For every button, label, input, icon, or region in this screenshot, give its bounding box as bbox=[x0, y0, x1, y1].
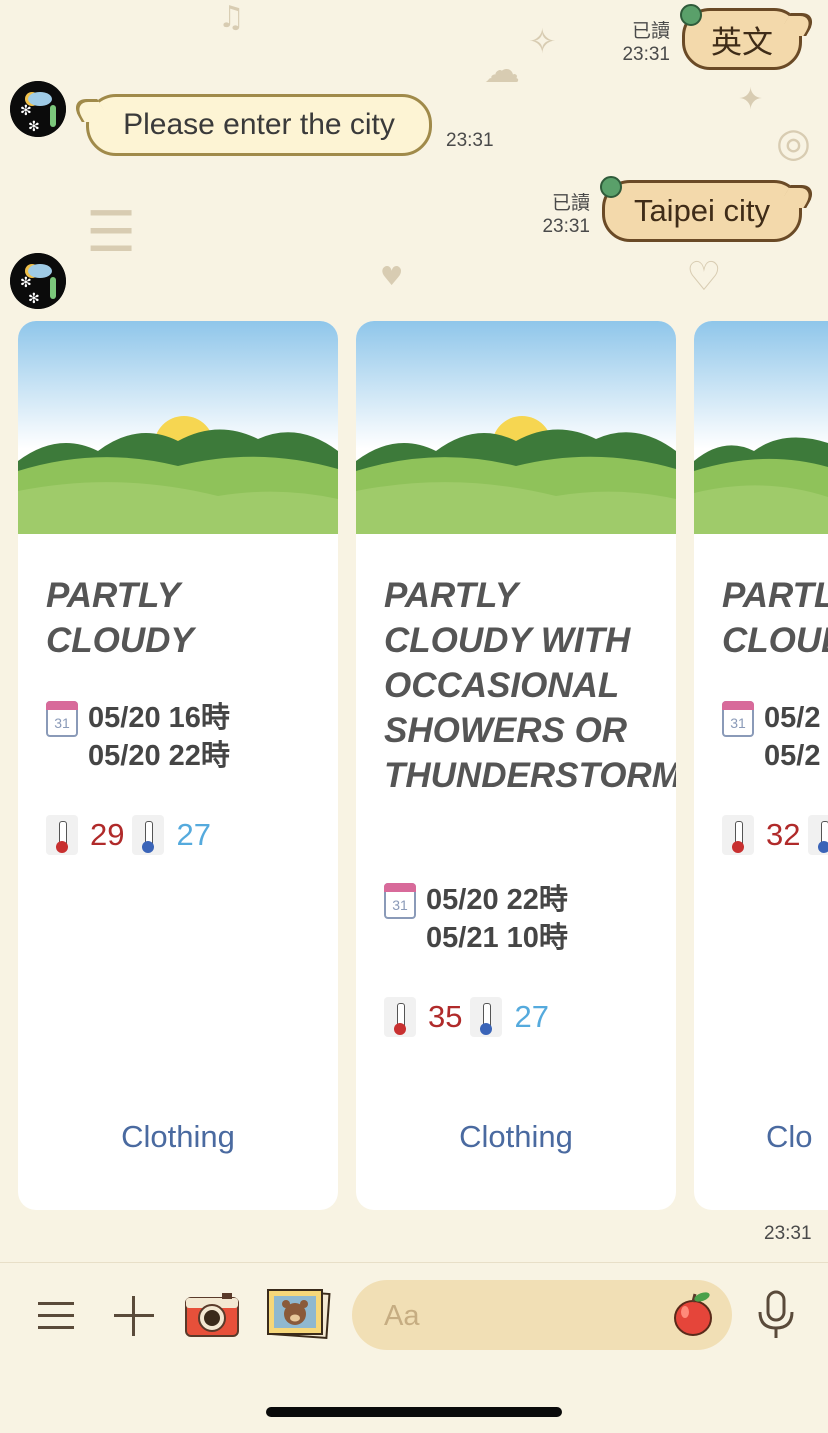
landscape-hero-image bbox=[356, 321, 676, 534]
clothing-action-button[interactable]: Clothing bbox=[356, 1119, 676, 1155]
bot-avatar[interactable]: ✻ ✻ bbox=[10, 81, 66, 137]
weather-card[interactable]: Partly cloudy 31 05/20 16時 05/20 22時 29 … bbox=[18, 321, 338, 1210]
landscape-hero-image bbox=[694, 321, 828, 534]
dates: 05/2 05/2 bbox=[764, 699, 820, 775]
high-temperature: 32 bbox=[766, 817, 801, 852]
svg-text:✻: ✻ bbox=[20, 275, 32, 291]
calendar-icon: 31 bbox=[384, 883, 416, 919]
thermometer-cold-icon bbox=[470, 997, 503, 1037]
photo-album-button[interactable] bbox=[266, 1288, 332, 1340]
weather-condition-title: Partly cloudy bbox=[722, 576, 828, 660]
add-button[interactable] bbox=[112, 1294, 156, 1338]
temperature-row: 32 bbox=[722, 815, 828, 855]
thermometer-hot-icon bbox=[46, 815, 78, 855]
thermometer-hot-icon bbox=[722, 815, 754, 855]
start-time: 05/2 bbox=[764, 702, 821, 734]
input-placeholder: Aa bbox=[384, 1300, 420, 1332]
ice-cream-doodle: ♡ bbox=[686, 254, 722, 300]
message-input[interactable]: Aa bbox=[352, 1280, 732, 1350]
star-doodle: ✧ bbox=[528, 22, 557, 62]
forecast-time-range: 31 05/20 22時 05/21 10時 bbox=[384, 881, 568, 957]
calendar-icon: 31 bbox=[46, 701, 78, 737]
thermometer-hot-icon bbox=[384, 997, 416, 1037]
calendar-day: 31 bbox=[392, 897, 408, 913]
calendar-day: 31 bbox=[730, 715, 746, 731]
outgoing-message-bubble[interactable]: Taipei city bbox=[602, 180, 802, 242]
weather-bot-avatar-icon: ✻ ✻ bbox=[10, 81, 66, 137]
incoming-message-bubble[interactable]: Please enter the city bbox=[86, 94, 432, 156]
landscape-hero-image bbox=[18, 321, 338, 534]
menu-icon bbox=[38, 1302, 74, 1329]
forecast-time-range: 31 05/2 05/2 bbox=[722, 699, 820, 775]
plus-icon bbox=[114, 1296, 154, 1336]
sparkle-doodle: ✦ bbox=[738, 82, 764, 117]
calendar-icon: 31 bbox=[722, 701, 754, 737]
start-time: 05/20 16時 bbox=[88, 702, 230, 734]
message-text: 英文 bbox=[711, 24, 773, 60]
end-time: 05/20 22時 bbox=[88, 740, 230, 772]
end-time: 05/21 10時 bbox=[426, 922, 568, 954]
photo-album-icon bbox=[267, 1289, 331, 1339]
message-time: 23:31 bbox=[622, 44, 670, 65]
weather-card[interactable]: Partly cloudy 31 05/2 05/2 32 Clo bbox=[694, 321, 828, 1210]
forecast-time-range: 31 05/20 16時 05/20 22時 bbox=[46, 699, 230, 775]
calendar-day: 31 bbox=[54, 715, 70, 731]
temperature-row: 35 27 bbox=[384, 997, 549, 1037]
dates: 05/20 22時 05/21 10時 bbox=[426, 881, 568, 957]
low-temperature: 27 bbox=[176, 817, 211, 852]
svg-text:✻: ✻ bbox=[28, 119, 40, 135]
clothing-action-button[interactable]: Clothing bbox=[18, 1119, 338, 1155]
home-indicator bbox=[266, 1407, 562, 1417]
camera-icon bbox=[185, 1293, 239, 1337]
microphone-icon bbox=[758, 1290, 794, 1338]
start-time: 05/20 22時 bbox=[426, 884, 568, 916]
apple-sticker-icon[interactable] bbox=[672, 1290, 714, 1338]
heart-doodle: ♥ bbox=[380, 262, 404, 292]
svg-text:✻: ✻ bbox=[28, 291, 40, 307]
clothing-action-button[interactable]: Clo bbox=[766, 1119, 828, 1155]
carousel-time: 23:31 bbox=[764, 1223, 812, 1244]
message-text: Taipei city bbox=[633, 193, 771, 228]
high-temperature: 35 bbox=[428, 999, 463, 1034]
tennis-ball-sticker-icon bbox=[680, 4, 702, 26]
tennis-doodle: ◎ bbox=[776, 120, 811, 166]
read-receipt: 已讀 23:31 bbox=[528, 192, 590, 238]
read-receipt: 已讀 23:31 bbox=[608, 20, 670, 66]
thermometer-cold-icon bbox=[132, 815, 165, 855]
weather-condition-title: Partly cloudy bbox=[46, 576, 194, 660]
read-status: 已讀 bbox=[551, 193, 590, 214]
svg-text:✻: ✻ bbox=[20, 103, 32, 119]
weather-bot-avatar-icon: ✻ ✻ bbox=[10, 253, 66, 309]
temperature-row: 29 27 bbox=[46, 815, 211, 855]
low-temperature: 27 bbox=[514, 999, 549, 1034]
cloud-doodle: ☁ bbox=[484, 50, 520, 91]
dates: 05/20 16時 05/20 22時 bbox=[88, 699, 230, 775]
end-time: 05/2 bbox=[764, 740, 821, 772]
bot-avatar[interactable]: ✻ ✻ bbox=[10, 253, 66, 309]
weather-condition-title: Partly cloudy with occasional showers or… bbox=[384, 576, 676, 795]
todo-list-doodle: ☰ bbox=[86, 200, 137, 265]
high-temperature: 29 bbox=[90, 817, 125, 852]
camera-button[interactable] bbox=[184, 1290, 240, 1340]
voice-button[interactable] bbox=[756, 1290, 796, 1340]
weather-card[interactable]: Partly cloudy with occasional showers or… bbox=[356, 321, 676, 1210]
message-text: Please enter the city bbox=[123, 108, 395, 141]
tennis-ball-sticker-icon bbox=[600, 176, 622, 198]
read-status: 已讀 bbox=[631, 21, 670, 42]
message-time: 23:31 bbox=[446, 130, 494, 151]
menu-button[interactable] bbox=[36, 1296, 76, 1336]
music-note-doodle: ♫ bbox=[218, 0, 245, 35]
message-time: 23:31 bbox=[542, 216, 590, 237]
thermometer-cold-icon bbox=[808, 815, 828, 855]
